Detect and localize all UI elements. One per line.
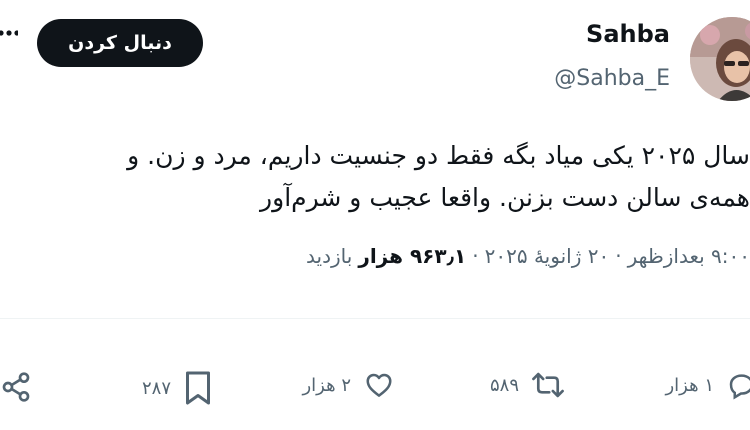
- separator-dot: ·: [615, 244, 622, 268]
- bookmark-icon: [183, 370, 213, 406]
- tweet-meta: ۹:۰۰ بعدازظهر · ۲۰ ژانویهٔ ۲۰۲۵ · ۹۶۳٫۱ …: [306, 244, 750, 268]
- views-count[interactable]: ۹۶۳٫۱ هزار: [358, 244, 466, 268]
- user-handle[interactable]: @Sahba_E: [554, 66, 670, 91]
- tweet-time[interactable]: ۹:۰۰ بعدازظهر: [628, 244, 750, 268]
- bookmark-button[interactable]: ۲۸۷: [142, 370, 213, 406]
- tweet-date[interactable]: ۲۰ ژانویهٔ ۲۰۲۵: [485, 244, 610, 268]
- tweet-text: سال ۲۰۲۵ یکی میاد بگه فقط دو جنسیت داریم…: [0, 135, 750, 219]
- like-count: ۲ هزار: [302, 374, 351, 396]
- share-icon: [0, 370, 32, 404]
- heart-icon: [363, 370, 395, 400]
- tweet-text-line: سال ۲۰۲۵ یکی میاد بگه فقط دو جنسیت داریم…: [127, 141, 750, 170]
- retweet-button[interactable]: ۵۸۹: [490, 370, 565, 400]
- follow-button[interactable]: دنبال کردن: [37, 19, 203, 67]
- avatar-photo: [690, 17, 750, 101]
- retweet-count: ۵۸۹: [489, 374, 519, 396]
- views-label: بازدید: [306, 244, 353, 268]
- reply-icon: [726, 370, 750, 400]
- separator-dot: ·: [472, 244, 479, 268]
- retweet-icon: [531, 370, 565, 400]
- more-icon[interactable]: [0, 26, 20, 46]
- share-button[interactable]: [0, 370, 32, 404]
- reply-count: ۱ هزار: [665, 374, 714, 396]
- avatar[interactable]: [690, 17, 750, 101]
- bookmark-count: ۲۸۷: [141, 377, 171, 399]
- tweet-text-line: همه‌ی سالن دست بزنن. واقعا عجیب و شرم‌آو…: [260, 183, 750, 212]
- divider: [0, 318, 750, 319]
- display-name[interactable]: Sahba: [586, 20, 670, 48]
- reply-button[interactable]: ۱ هزار: [665, 370, 750, 400]
- like-button[interactable]: ۲ هزار: [302, 370, 395, 400]
